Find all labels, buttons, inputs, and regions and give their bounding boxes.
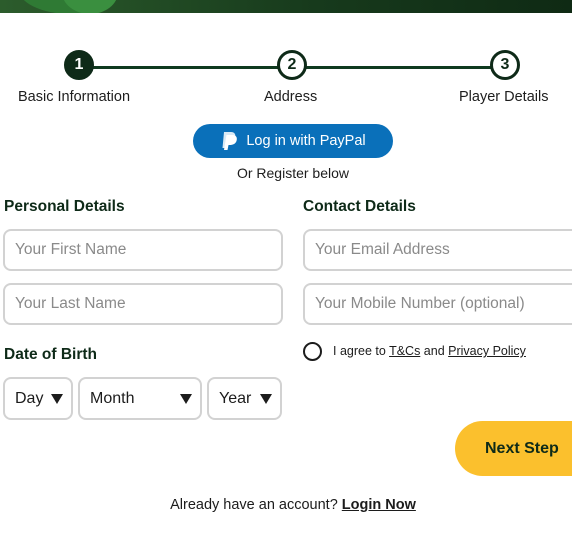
mobile-input[interactable] xyxy=(315,295,572,313)
step-3-number: 3 xyxy=(500,56,510,73)
caret-down-icon xyxy=(260,393,272,404)
last-name-input[interactable] xyxy=(15,295,271,313)
caret-down-icon xyxy=(51,393,63,404)
paypal-icon xyxy=(220,131,238,151)
last-name-field xyxy=(3,283,283,325)
dob-year-select[interactable]: Year xyxy=(207,377,282,420)
tcs-link[interactable]: T&Cs xyxy=(389,344,420,358)
email-field xyxy=(303,229,572,271)
contact-details-heading: Contact Details xyxy=(303,198,416,215)
step-1-number: 1 xyxy=(74,56,84,73)
or-register-text: Or Register below xyxy=(236,165,350,181)
dob-day-select[interactable]: Day xyxy=(3,377,73,420)
login-prompt: Already have an account? Login Now xyxy=(0,497,572,513)
first-name-input[interactable] xyxy=(15,241,271,259)
step-2-label: Address xyxy=(264,89,318,105)
dob-month-value: Month xyxy=(90,389,135,407)
email-input[interactable] xyxy=(315,241,572,259)
header-banner xyxy=(0,0,572,13)
paypal-login-button[interactable]: Log in with PayPal xyxy=(193,124,393,158)
registration-page: 1 2 3 Basic Information Address Player D… xyxy=(0,0,572,534)
login-prompt-text: Already have an account? xyxy=(170,497,338,513)
dob-month-select[interactable]: Month xyxy=(78,377,202,420)
step-2-indicator: 2 xyxy=(277,50,307,80)
paypal-button-label: Log in with PayPal xyxy=(246,133,366,149)
login-now-link[interactable]: Login Now xyxy=(342,497,416,513)
terms-agreement-text: I agree to T&Cs and Privacy Policy xyxy=(333,344,526,358)
mobile-field xyxy=(303,283,572,325)
next-step-label: Next Step xyxy=(485,439,559,457)
privacy-policy-link[interactable]: Privacy Policy xyxy=(448,344,526,358)
terms-prefix: I agree to xyxy=(333,344,390,358)
dob-day-value: Day xyxy=(15,389,44,407)
step-1-label: Basic Information xyxy=(18,89,131,105)
date-of-birth-heading: Date of Birth xyxy=(4,346,97,363)
dob-year-value: Year xyxy=(219,389,252,407)
terms-checkbox[interactable] xyxy=(303,342,322,361)
step-3-indicator: 3 xyxy=(490,50,520,80)
caret-down-icon xyxy=(180,393,192,404)
first-name-field xyxy=(3,229,283,271)
next-step-button[interactable]: Next Step xyxy=(455,421,572,476)
step-1-indicator: 1 xyxy=(64,50,94,80)
personal-details-heading: Personal Details xyxy=(4,198,125,215)
step-2-number: 2 xyxy=(287,56,297,73)
step-3-label: Player Details xyxy=(459,89,549,105)
terms-middle: and xyxy=(420,344,449,358)
